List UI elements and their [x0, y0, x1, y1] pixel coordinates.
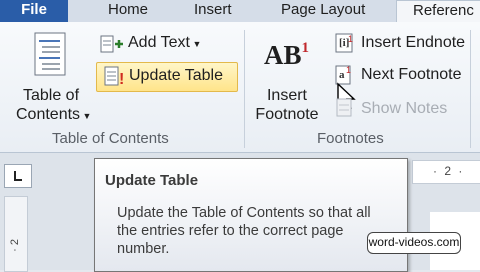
- show-notes-button[interactable]: Show Notes: [361, 100, 447, 118]
- update-table-tooltip: Update Table Update the Table of Content…: [94, 158, 408, 272]
- next-footnote-label: Next Footnote: [361, 66, 462, 83]
- svg-text:!: !: [119, 71, 124, 88]
- group-label-footnotes: Footnotes: [317, 130, 384, 147]
- left-tab-icon: [14, 171, 22, 181]
- tab-page-layout[interactable]: Page Layout: [281, 0, 365, 22]
- ribbon-tab-bar: File Home Insert Page Layout Referenc: [0, 0, 480, 23]
- tab-stop-selector[interactable]: [4, 164, 32, 188]
- vertical-ruler[interactable]: · 2: [4, 196, 28, 272]
- group-separator: [470, 30, 471, 148]
- insert-endnote-icon: [i] 1: [335, 33, 353, 53]
- tooltip-body: Update the Table of Contents so that all…: [117, 205, 371, 257]
- tab-references[interactable]: Referenc: [396, 0, 480, 23]
- insert-endnote-button[interactable]: Insert Endnote: [361, 34, 465, 52]
- show-notes-icon: [336, 98, 352, 117]
- dropdown-arrow-icon: ▼: [80, 111, 92, 121]
- insert-footnote-icon: AB1: [264, 40, 309, 71]
- ruler-marks: · 2: [9, 239, 21, 252]
- table-of-contents-button[interactable]: Table of Contents ▼: [16, 86, 91, 126]
- add-text-icon: [100, 35, 123, 53]
- ribbon: Table of Contents ▼ Add Text ▼ ! Update …: [0, 22, 480, 153]
- group-label-table-of-contents: Table of Contents: [52, 130, 169, 147]
- insert-footnote-line1: Insert: [266, 87, 307, 104]
- add-text-button[interactable]: Add Text ▼: [128, 34, 201, 52]
- ab-glyph: AB: [264, 40, 302, 70]
- dropdown-arrow-icon: ▼: [189, 39, 202, 49]
- insert-footnote-line2: Footnote: [255, 106, 319, 123]
- table-of-contents-icon: [34, 32, 66, 76]
- update-table-icon: !: [104, 66, 124, 88]
- group-separator: [244, 30, 245, 148]
- toc-button-line2: Contents: [16, 106, 81, 123]
- svg-text:1: 1: [348, 34, 353, 44]
- tooltip-title: Update Table: [105, 172, 199, 189]
- watermark-logo: word-videos.com: [367, 232, 461, 254]
- tab-home[interactable]: Home: [108, 0, 148, 22]
- svg-text:a: a: [339, 69, 345, 81]
- insert-footnote-button[interactable]: Insert Footnote: [248, 86, 326, 124]
- tab-file[interactable]: File: [0, 0, 68, 22]
- toc-button-line1: Table of: [22, 87, 80, 104]
- add-text-label: Add Text: [128, 34, 190, 51]
- ruler-marks: · 2 ·: [433, 164, 465, 178]
- ab-superscript: 1: [301, 40, 310, 56]
- svg-text:1: 1: [346, 65, 351, 75]
- next-footnote-button[interactable]: Next Footnote: [361, 66, 462, 84]
- tab-insert[interactable]: Insert: [194, 0, 232, 22]
- horizontal-ruler[interactable]: · 2 ·: [412, 160, 480, 184]
- update-table-label: Update Table: [129, 67, 223, 84]
